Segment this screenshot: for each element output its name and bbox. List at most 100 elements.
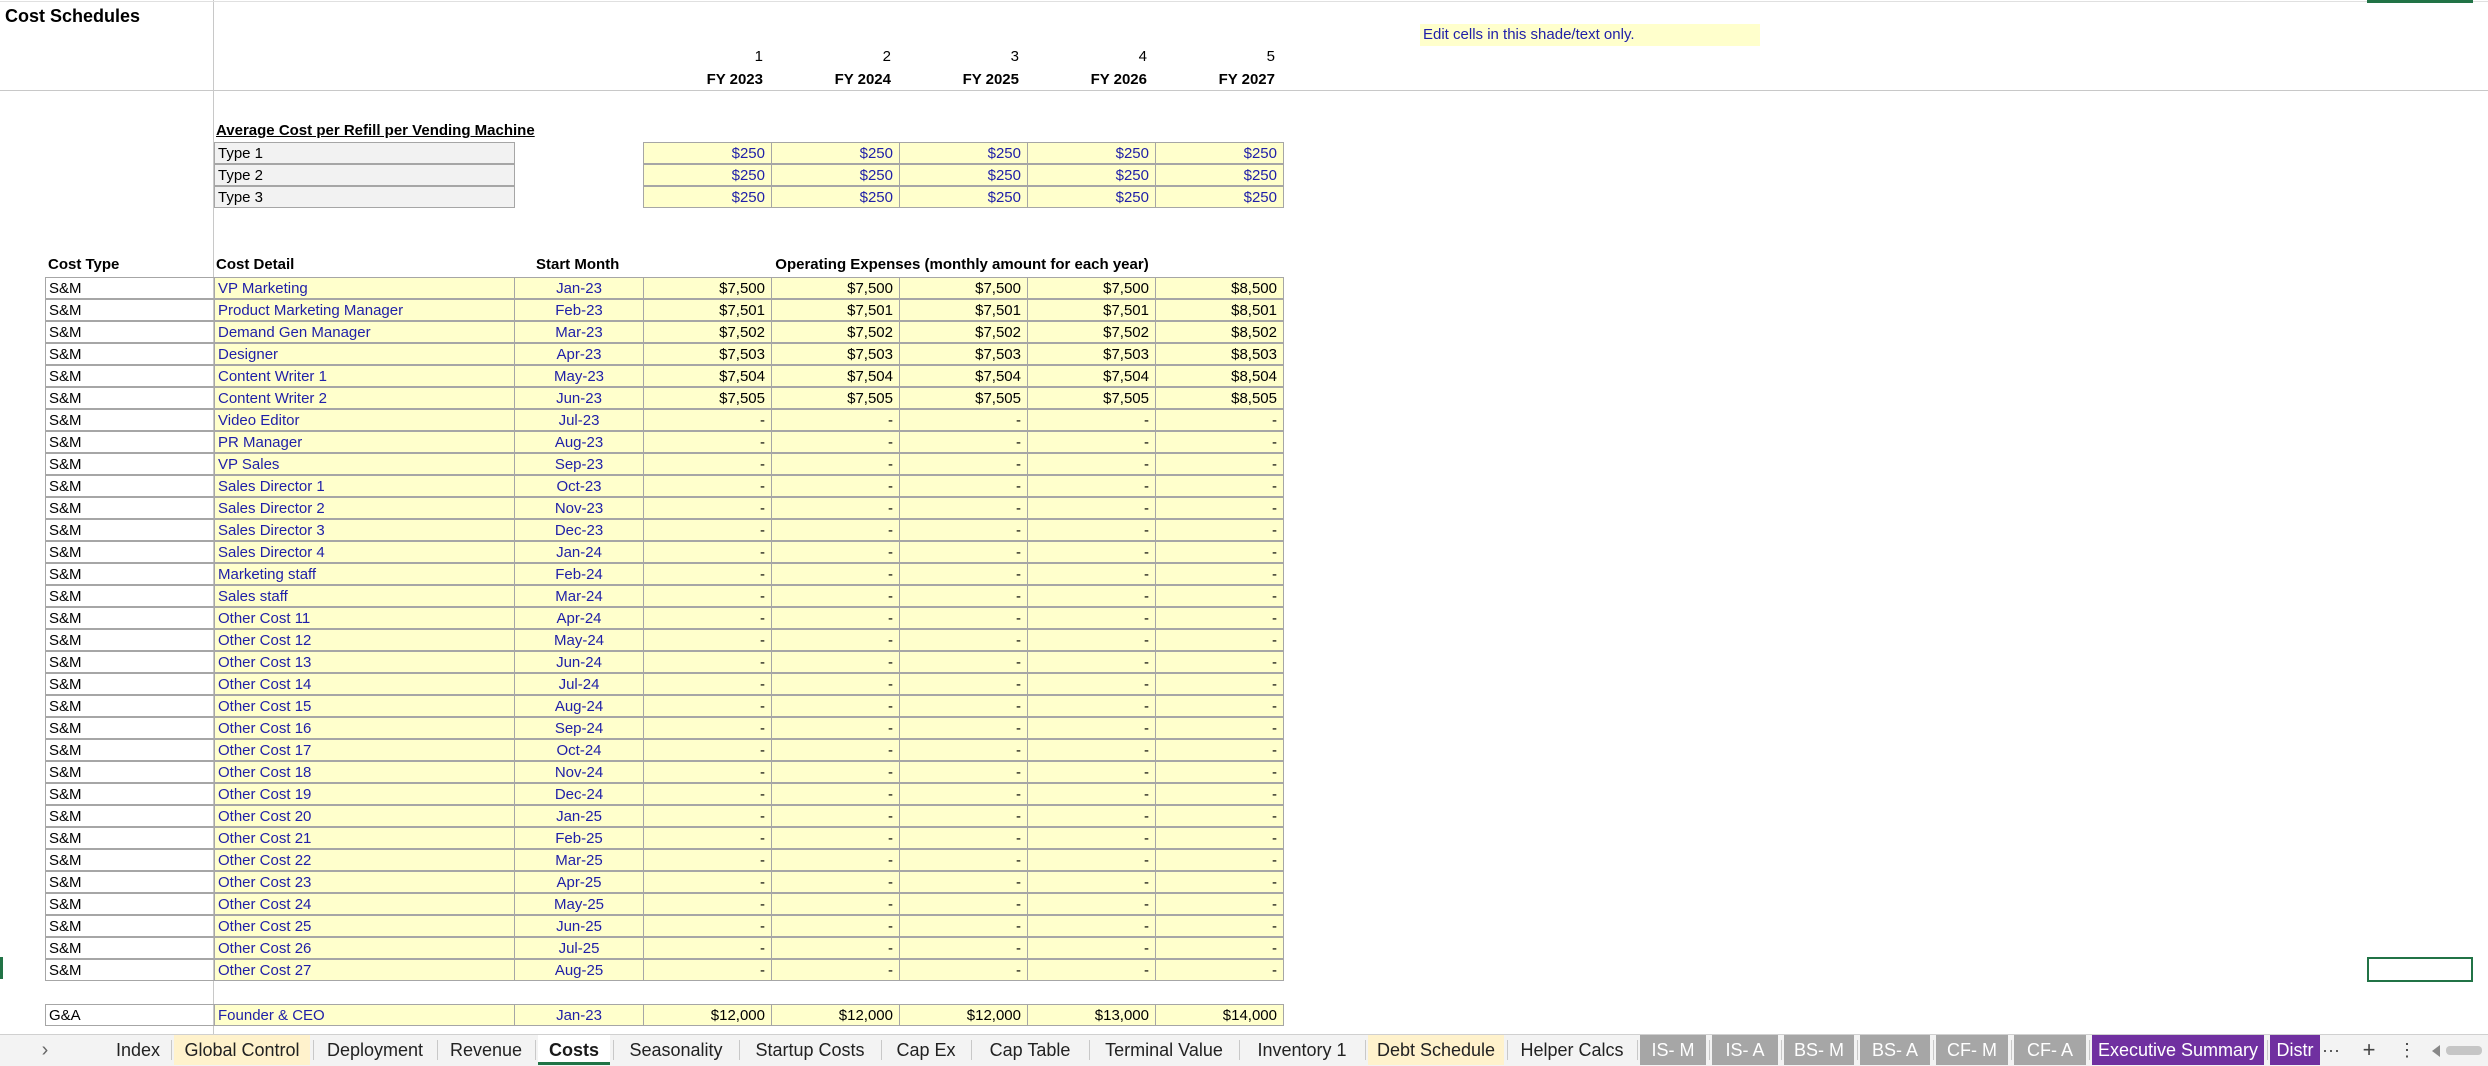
opex-row-amount-cell[interactable]: $7,505	[643, 387, 772, 409]
opex-row-cost-detail[interactable]: Video Editor	[214, 409, 515, 431]
opex-row-amount-cell[interactable]: -	[899, 893, 1028, 915]
refill-cost-cell[interactable]: $250	[1027, 186, 1156, 208]
opex-row-amount-cell[interactable]: -	[899, 915, 1028, 937]
tab-seasonality[interactable]: Seasonality	[616, 1035, 736, 1065]
opex-row-amount-cell[interactable]: -	[771, 673, 900, 695]
refill-cost-cell[interactable]: $250	[771, 186, 900, 208]
opex-row-start-month[interactable]: Nov-24	[514, 761, 644, 783]
tab-cf-m[interactable]: CF- M	[1936, 1035, 2008, 1065]
opex-row-cost-detail[interactable]: Other Cost 23	[214, 871, 515, 893]
opex-row-cost-detail[interactable]: Designer	[214, 343, 515, 365]
opex-row-amount-cell[interactable]: -	[1155, 805, 1284, 827]
opex-row-amount-cell[interactable]: -	[1027, 717, 1156, 739]
opex-row-amount-cell[interactable]: -	[1027, 871, 1156, 893]
opex-row-amount-cell[interactable]: $7,501	[1027, 299, 1156, 321]
opex-row-amount-cell[interactable]: -	[899, 629, 1028, 651]
opex-row-amount-cell[interactable]: $7,502	[771, 321, 900, 343]
opex-row-amount-cell[interactable]: -	[899, 497, 1028, 519]
opex-row-amount-cell[interactable]: -	[1155, 651, 1284, 673]
opex-row-start-month[interactable]: Oct-24	[514, 739, 644, 761]
opex-row-amount-cell[interactable]: -	[1027, 761, 1156, 783]
opex-row-cost-detail[interactable]: Other Cost 11	[214, 607, 515, 629]
tab-startup-costs[interactable]: Startup Costs	[742, 1035, 878, 1065]
opex-row-amount-cell[interactable]: -	[771, 915, 900, 937]
opex-row-amount-cell[interactable]: -	[1155, 893, 1284, 915]
opex-row-amount-cell[interactable]: -	[1155, 871, 1284, 893]
opex-row-amount-cell[interactable]: -	[643, 915, 772, 937]
opex-row-cost-detail[interactable]: Other Cost 14	[214, 673, 515, 695]
opex-row-amount-cell[interactable]: -	[643, 651, 772, 673]
opex-row-amount-cell[interactable]: -	[643, 805, 772, 827]
opex-row-amount-cell[interactable]: -	[1155, 717, 1284, 739]
opex-row-cost-detail[interactable]: PR Manager	[214, 431, 515, 453]
opex-row-amount-cell[interactable]: $8,502	[1155, 321, 1284, 343]
opex-row-amount-cell[interactable]: $7,500	[899, 277, 1028, 299]
opex-row-start-month[interactable]: Aug-24	[514, 695, 644, 717]
opex-row-start-month[interactable]: May-23	[514, 365, 644, 387]
opex-row-cost-detail[interactable]: Sales staff	[214, 585, 515, 607]
scroll-thumb[interactable]	[2446, 1046, 2482, 1055]
opex-row-amount-cell[interactable]: -	[771, 827, 900, 849]
opex-row-amount-cell[interactable]: -	[643, 409, 772, 431]
opex-row-start-month[interactable]: Jul-23	[514, 409, 644, 431]
opex-row-amount-cell[interactable]: -	[1155, 585, 1284, 607]
ga-row-amount-cell[interactable]: $14,000	[1155, 1004, 1284, 1026]
opex-row-amount-cell[interactable]: -	[1155, 673, 1284, 695]
opex-row-amount-cell[interactable]: $8,503	[1155, 343, 1284, 365]
opex-row-amount-cell[interactable]: -	[1027, 827, 1156, 849]
opex-row-amount-cell[interactable]: -	[1027, 563, 1156, 585]
opex-row-amount-cell[interactable]: -	[1027, 739, 1156, 761]
tab-deployment[interactable]: Deployment	[316, 1035, 434, 1065]
opex-row-cost-detail[interactable]: Other Cost 12	[214, 629, 515, 651]
refill-cost-cell[interactable]: $250	[1027, 142, 1156, 164]
tab-helper-calcs[interactable]: Helper Calcs	[1510, 1035, 1634, 1065]
ga-row-cost-detail[interactable]: Founder & CEO	[214, 1004, 515, 1026]
opex-row-amount-cell[interactable]: -	[1027, 805, 1156, 827]
opex-row-cost-detail[interactable]: Marketing staff	[214, 563, 515, 585]
opex-row-amount-cell[interactable]: -	[899, 827, 1028, 849]
refill-cost-cell[interactable]: $250	[643, 164, 772, 186]
opex-row-cost-detail[interactable]: Content Writer 2	[214, 387, 515, 409]
opex-row-amount-cell[interactable]: $7,502	[643, 321, 772, 343]
refill-cost-cell[interactable]: $250	[899, 142, 1028, 164]
opex-row-cost-detail[interactable]: Other Cost 27	[214, 959, 515, 981]
opex-row-amount-cell[interactable]: -	[899, 937, 1028, 959]
opex-row-amount-cell[interactable]: -	[643, 783, 772, 805]
refill-cost-cell[interactable]: $250	[899, 164, 1028, 186]
opex-row-amount-cell[interactable]: -	[899, 607, 1028, 629]
opex-row-amount-cell[interactable]: -	[771, 409, 900, 431]
opex-row-start-month[interactable]: Aug-25	[514, 959, 644, 981]
opex-row-start-month[interactable]: Jan-24	[514, 541, 644, 563]
refill-cost-cell[interactable]: $250	[1027, 164, 1156, 186]
opex-row-amount-cell[interactable]: -	[643, 849, 772, 871]
opex-row-amount-cell[interactable]: -	[771, 871, 900, 893]
opex-row-amount-cell[interactable]: -	[899, 585, 1028, 607]
opex-row-amount-cell[interactable]: -	[643, 717, 772, 739]
opex-row-amount-cell[interactable]: -	[643, 937, 772, 959]
refill-cost-cell[interactable]: $250	[1155, 164, 1284, 186]
opex-row-amount-cell[interactable]: -	[1027, 893, 1156, 915]
opex-row-cost-detail[interactable]: Other Cost 16	[214, 717, 515, 739]
tab-bs-m[interactable]: BS- M	[1784, 1035, 1854, 1065]
opex-row-amount-cell[interactable]: $7,504	[771, 365, 900, 387]
opex-row-amount-cell[interactable]: -	[1155, 607, 1284, 629]
opex-row-start-month[interactable]: Mar-25	[514, 849, 644, 871]
opex-row-amount-cell[interactable]: -	[643, 497, 772, 519]
opex-row-amount-cell[interactable]: $7,501	[771, 299, 900, 321]
opex-row-amount-cell[interactable]: -	[899, 783, 1028, 805]
opex-row-amount-cell[interactable]: -	[899, 409, 1028, 431]
opex-row-amount-cell[interactable]: -	[643, 695, 772, 717]
opex-row-amount-cell[interactable]: -	[1155, 937, 1284, 959]
opex-row-amount-cell[interactable]: -	[771, 497, 900, 519]
opex-row-amount-cell[interactable]: -	[771, 563, 900, 585]
opex-row-amount-cell[interactable]: -	[899, 541, 1028, 563]
opex-row-amount-cell[interactable]: -	[771, 893, 900, 915]
opex-row-amount-cell[interactable]: -	[643, 585, 772, 607]
opex-row-start-month[interactable]: Feb-24	[514, 563, 644, 585]
opex-row-cost-detail[interactable]: Other Cost 17	[214, 739, 515, 761]
opex-row-start-month[interactable]: May-24	[514, 629, 644, 651]
opex-row-amount-cell[interactable]: -	[1027, 783, 1156, 805]
opex-row-amount-cell[interactable]: -	[1027, 849, 1156, 871]
next-sheet-arrow-icon[interactable]: ›	[30, 1035, 60, 1065]
opex-row-amount-cell[interactable]: -	[1027, 695, 1156, 717]
